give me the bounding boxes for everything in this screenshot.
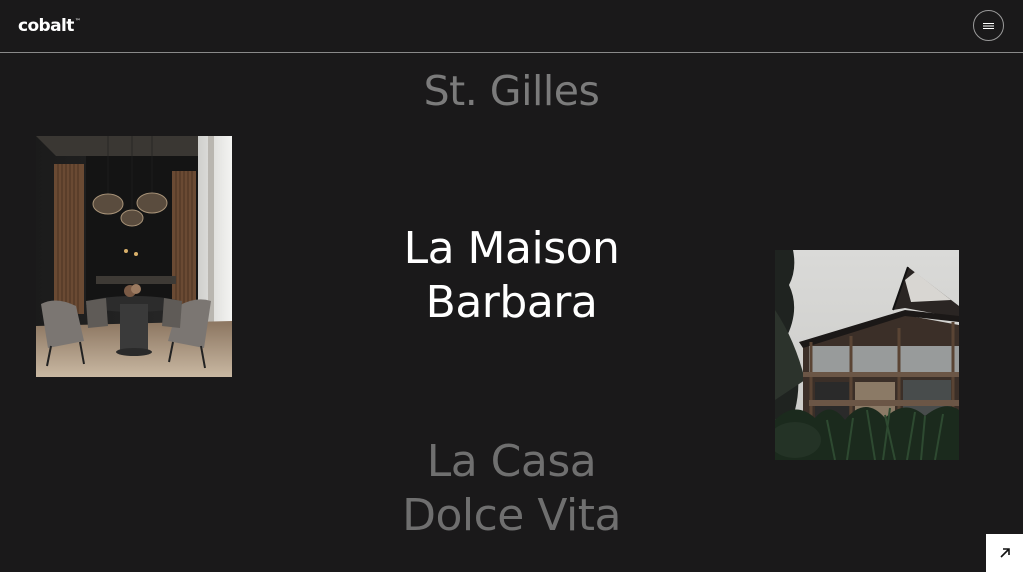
project-title-line: St. Gilles [423,67,600,115]
arrow-up-right-icon [999,548,1010,558]
project-title-line: Dolce Vita [402,490,621,541]
logo-trademark: ™ [74,18,81,25]
dining-room-interior-photo[interactable] [36,136,232,377]
modern-house-exterior-photo[interactable] [775,250,959,460]
site-header: cobalt™ [0,0,1023,53]
menu-button[interactable] [973,10,1004,41]
open-project-button[interactable] [986,534,1023,572]
project-title-st-gilles[interactable]: St. Gilles [0,64,1023,118]
cobalt-logo[interactable]: cobalt™ [18,16,81,36]
hamburger-icon [983,22,994,29]
logo-text: cobalt [18,16,74,36]
